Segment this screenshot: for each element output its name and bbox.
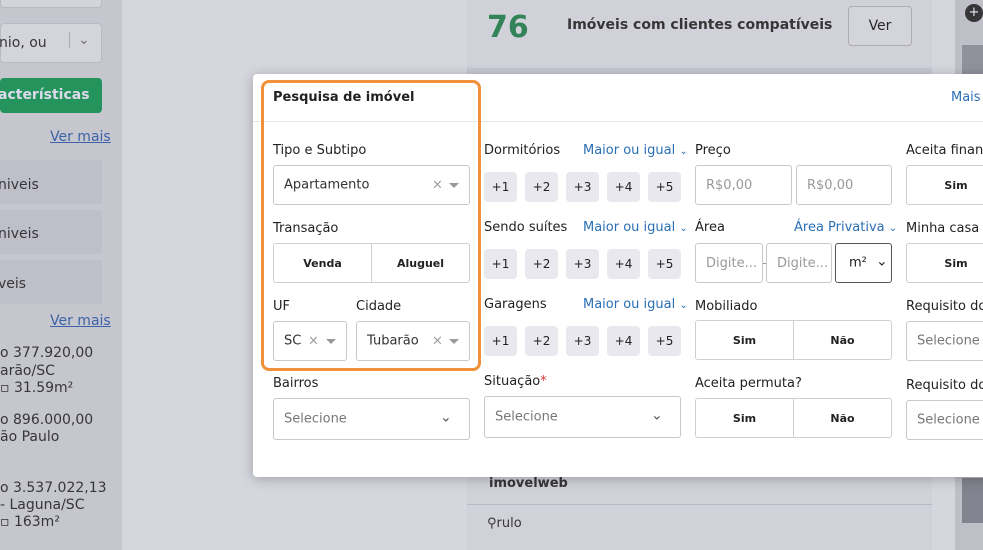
situation-label: Situação* — [484, 374, 547, 389]
area-type-dropdown[interactable]: Área Privativa ⌄ — [794, 220, 897, 235]
chevron-down-icon: ⌄ — [679, 300, 688, 311]
exchange-toggle: Sim Não — [695, 398, 892, 438]
requirement-placeholder: Selecione — [917, 412, 980, 428]
option-label: +5 — [655, 334, 674, 348]
furnished-label: Mobiliado — [695, 299, 758, 314]
bedrooms-option[interactable]: +3 — [566, 172, 599, 202]
area-max-input[interactable]: Digite... — [766, 243, 832, 283]
furnished-option-yes[interactable]: Sim — [696, 321, 793, 359]
furnished-option-no[interactable]: Não — [793, 321, 891, 359]
garages-option[interactable]: +5 — [648, 326, 681, 356]
option-label: +4 — [614, 257, 633, 271]
area-type-label: Área Privativa — [794, 220, 885, 235]
garages-mode-label: Maior ou igual — [583, 297, 676, 312]
suites-option[interactable]: +3 — [566, 249, 599, 279]
option-label: +2 — [532, 257, 551, 271]
situation-placeholder: Selecione — [495, 409, 558, 425]
bedrooms-option[interactable]: +4 — [607, 172, 640, 202]
requirement-label: Requisito do — [906, 378, 983, 393]
option-label: +5 — [655, 180, 674, 194]
garages-label: Garagens — [484, 297, 547, 312]
neighborhoods-label: Bairros — [273, 376, 319, 391]
garages-option[interactable]: +3 — [566, 326, 599, 356]
required-marker: * — [540, 374, 547, 389]
option-label: Sim — [944, 256, 968, 270]
bedrooms-option[interactable]: +2 — [525, 172, 558, 202]
requirement-label: Requisito do — [906, 299, 983, 314]
minha-casa-option-yes[interactable]: Sim — [907, 244, 983, 282]
more-link[interactable]: Mais — [951, 90, 981, 105]
bedrooms-mode-dropdown[interactable]: Maior ou igual ⌄ — [583, 143, 688, 158]
price-min-input[interactable]: R$0,00 — [695, 165, 792, 205]
chevron-down-icon: ⌄ — [876, 253, 888, 270]
option-label: +4 — [614, 180, 633, 194]
bedrooms-option[interactable]: +1 — [484, 172, 517, 202]
area-min-placeholder: Digite... — [706, 255, 757, 271]
option-label: +5 — [655, 257, 674, 271]
bedrooms-option[interactable]: +5 — [648, 172, 681, 202]
option-label: +3 — [573, 180, 592, 194]
situation-select[interactable]: Selecione ⌄ — [484, 396, 681, 438]
option-label: +1 — [491, 180, 510, 194]
garages-option[interactable]: +1 — [484, 326, 517, 356]
furnished-toggle: Sim Não — [695, 320, 892, 360]
option-label: +3 — [573, 334, 592, 348]
suites-mode-dropdown[interactable]: Maior ou igual ⌄ — [583, 220, 688, 235]
suites-option[interactable]: +2 — [525, 249, 558, 279]
option-label: Não — [830, 411, 855, 425]
neighborhoods-select[interactable]: Selecione ⌄ — [273, 398, 470, 440]
price-max-input[interactable]: R$0,00 — [796, 165, 892, 205]
neighborhoods-placeholder: Selecione — [284, 411, 347, 427]
suites-option[interactable]: +4 — [607, 249, 640, 279]
minha-casa-toggle: Sim — [906, 243, 983, 283]
area-label: Área — [695, 220, 725, 235]
area-unit-select[interactable]: m² ⌄ — [835, 243, 892, 283]
price-min-placeholder: R$0,00 — [706, 177, 753, 193]
option-label: +4 — [614, 334, 633, 348]
option-label: Sim — [732, 333, 757, 347]
suites-option[interactable]: +1 — [484, 249, 517, 279]
exchange-option-yes[interactable]: Sim — [696, 399, 793, 437]
chevron-down-icon[interactable]: ⌄ — [440, 409, 452, 425]
price-max-placeholder: R$0,00 — [807, 177, 854, 193]
bedrooms-mode-label: Maior ou igual — [583, 143, 676, 158]
chevron-down-icon[interactable]: ⌄ — [651, 407, 663, 423]
area-max-placeholder: Digite... — [777, 255, 828, 271]
garages-mode-dropdown[interactable]: Maior ou igual ⌄ — [583, 297, 688, 312]
option-label: Sim — [732, 411, 757, 425]
option-label: +2 — [532, 180, 551, 194]
exchange-option-no[interactable]: Não — [793, 399, 891, 437]
bedrooms-label: Dormitórios — [484, 143, 561, 158]
exchange-label: Aceita permuta? — [695, 376, 802, 391]
option-label: +2 — [532, 334, 551, 348]
highlight-box — [261, 80, 481, 371]
suites-label: Sendo suítes — [484, 220, 568, 235]
option-label: Sim — [944, 178, 968, 192]
option-label: +1 — [491, 334, 510, 348]
financing-option-yes[interactable]: Sim — [907, 166, 983, 204]
price-label: Preço — [695, 143, 731, 158]
requirement-select[interactable]: Selecione — [906, 321, 983, 361]
chevron-down-icon: ⌄ — [679, 146, 688, 157]
option-label: +3 — [573, 257, 592, 271]
area-min-input[interactable]: Digite... — [695, 243, 763, 283]
option-label: +1 — [491, 257, 510, 271]
garages-option[interactable]: +2 — [525, 326, 558, 356]
chevron-down-icon: ⌄ — [679, 223, 688, 234]
financing-toggle: Sim — [906, 165, 983, 205]
suites-mode-label: Maior ou igual — [583, 220, 676, 235]
minha-casa-label: Minha casa m — [906, 221, 983, 236]
chevron-down-icon: ⌄ — [888, 223, 898, 234]
area-unit-value: m² — [849, 255, 867, 271]
requirement-select[interactable]: Selecione — [906, 400, 983, 440]
financing-label: Aceita financ — [906, 143, 983, 158]
option-label: Não — [830, 333, 855, 347]
suites-option[interactable]: +5 — [648, 249, 681, 279]
requirement-placeholder: Selecione — [917, 333, 980, 349]
garages-option[interactable]: +4 — [607, 326, 640, 356]
